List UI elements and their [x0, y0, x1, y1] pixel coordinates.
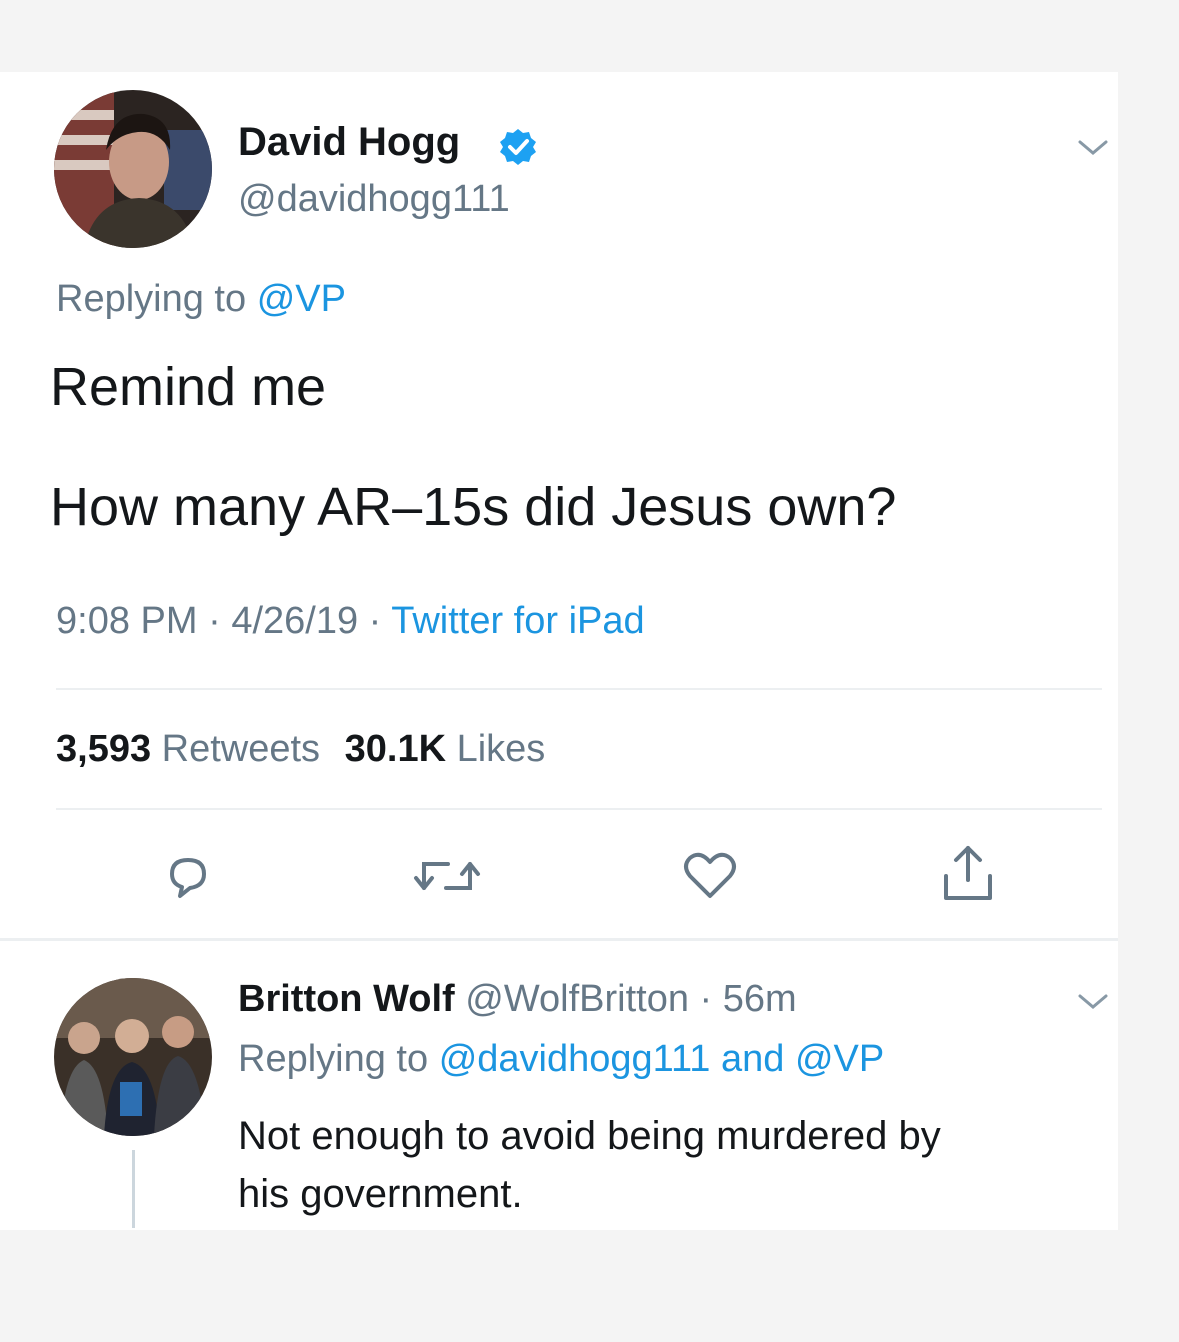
verified-badge-icon — [498, 127, 538, 167]
tweet-meta: 9:08 PM · 4/26/19 · Twitter for iPad — [56, 600, 645, 643]
replying-to-link[interactable]: @VP — [795, 1038, 884, 1080]
author-name[interactable]: David Hogg — [238, 120, 460, 165]
reply-text-line-2: his government. — [238, 1172, 523, 1216]
author-handle[interactable]: @davidhogg111 — [238, 178, 510, 221]
like-icon[interactable] — [680, 848, 740, 904]
reply-thread-line — [132, 1150, 135, 1228]
reply-header: Britton Wolf @WolfBritton · 56m — [238, 978, 797, 1021]
reply-icon[interactable] — [160, 848, 216, 904]
reply-author-avatar[interactable] — [54, 978, 212, 1136]
chevron-down-icon[interactable] — [1076, 992, 1110, 1012]
reply-age[interactable]: 56m — [723, 978, 797, 1020]
tweet-text-line-1: Remind me — [50, 357, 327, 417]
meta-separator: · — [208, 600, 221, 642]
likes-label: Likes — [456, 728, 546, 770]
reply-author-name[interactable]: Britton Wolf — [238, 978, 455, 1020]
chevron-down-icon[interactable] — [1076, 138, 1110, 158]
divider — [56, 808, 1102, 810]
replying-to-link[interactable]: @davidhogg111 — [439, 1038, 711, 1080]
replying-to-link[interactable]: @VP — [257, 278, 346, 320]
retweets-stat[interactable]: 3,593 Retweets — [56, 728, 331, 770]
retweet-icon[interactable] — [412, 848, 482, 904]
likes-stat[interactable]: 30.1K Likes — [345, 728, 546, 770]
author-avatar[interactable] — [54, 90, 212, 248]
reply-author-handle[interactable]: @WolfBritton — [465, 978, 689, 1020]
likes-count: 30.1K — [344, 728, 447, 770]
retweets-label: Retweets — [161, 728, 321, 770]
share-icon[interactable] — [938, 842, 998, 904]
tweet-source[interactable]: Twitter for iPad — [391, 600, 644, 642]
tweet-date[interactable]: 4/26/19 — [231, 600, 358, 642]
replying-prefix: Replying to — [238, 1038, 429, 1080]
retweets-count: 3,593 — [56, 728, 152, 770]
meta-separator: · — [368, 600, 382, 642]
tweet-time[interactable]: 9:08 PM — [56, 600, 198, 642]
meta-separator: · — [699, 978, 713, 1020]
replying-to-line: Replying to @VP — [56, 278, 346, 321]
reply-text-line-1: Not enough to avoid being murdered by — [238, 1114, 941, 1158]
reply-replying-to-line: Replying to @davidhogg111 and @VP — [238, 1038, 884, 1081]
tweet-card: David Hogg @davidhogg111 Replying to @VP… — [0, 72, 1118, 1230]
tweet-stats: 3,593 Retweets 30.1K Likes — [56, 728, 545, 771]
replying-prefix: Replying to — [56, 278, 247, 320]
divider — [56, 688, 1102, 690]
divider — [0, 938, 1118, 941]
tweet-text-line-2: How many AR–15s did Jesus own? — [50, 477, 897, 537]
replying-to-and: and — [720, 1038, 785, 1080]
